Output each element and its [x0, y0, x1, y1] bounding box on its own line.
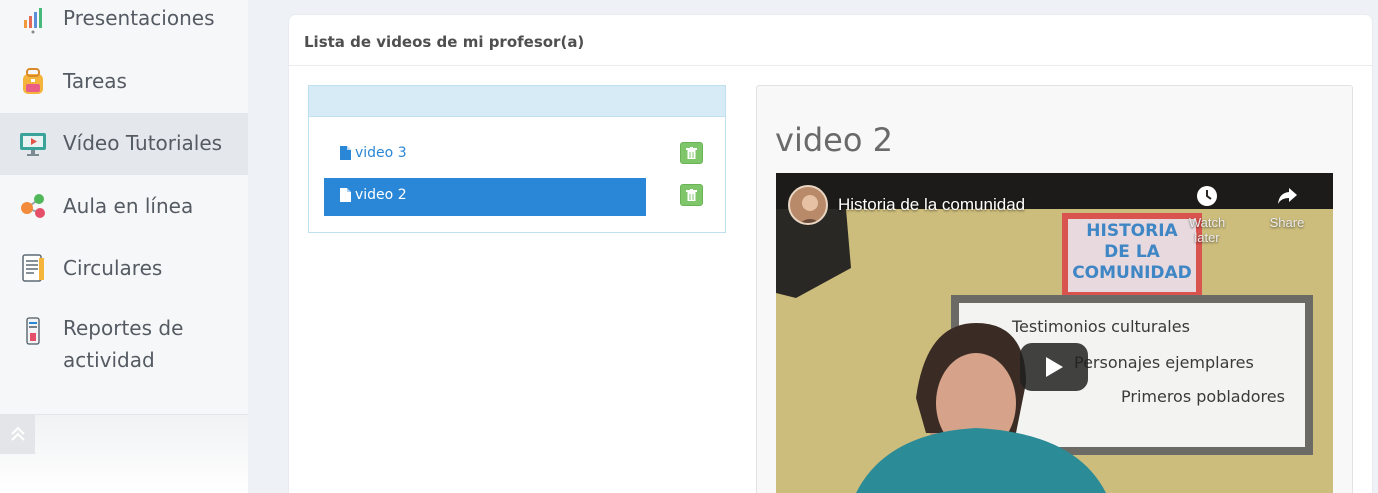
video-title: video 2 [775, 121, 893, 159]
video-list-header [309, 86, 725, 117]
sidebar-item-reportes-de-actividad[interactable]: Reportes de actividad [0, 312, 248, 378]
board-line: Primeros pobladores [1121, 387, 1285, 406]
video-label: video 2 [355, 187, 407, 203]
sidebar-footer [0, 414, 248, 493]
video-monitor-icon [20, 133, 46, 156]
watch-later-label: Watch later [1188, 215, 1226, 245]
share-icon [1278, 188, 1297, 204]
poster-line: DE LA [1104, 242, 1160, 262]
checklist-icon [26, 317, 40, 345]
sidebar-item-label: Reportes de [63, 316, 184, 340]
clock-icon [1197, 186, 1217, 206]
chart-presentation-icon [24, 8, 42, 34]
list-item[interactable]: video 3 [324, 136, 646, 174]
sidebar-item-label: Vídeo Tutoriales [63, 131, 223, 155]
list-item-selected[interactable]: video 2 [324, 178, 646, 216]
video-player[interactable]: HISTORIA DE LA COMUNIDAD Testimonios cul… [776, 173, 1333, 493]
sidebar-item-label: Aula en línea [63, 194, 194, 218]
poster-line: HISTORIA [1086, 221, 1178, 241]
document-icon [22, 254, 44, 282]
trash-icon [686, 189, 697, 201]
backpack-icon [23, 68, 43, 94]
delete-button[interactable] [680, 142, 703, 164]
sidebar-item-label: Tareas [63, 69, 127, 93]
play-icon [1046, 357, 1063, 377]
youtube-video-title[interactable]: Historia de la comunidad [838, 195, 1025, 215]
sidebar-item-label: Presentaciones [63, 6, 215, 30]
watch-later-button[interactable]: Watch later [1179, 185, 1235, 245]
video-label: video 3 [355, 145, 407, 161]
sidebar-item-circulares[interactable]: Circulares [0, 250, 248, 286]
play-button[interactable] [1020, 343, 1088, 391]
sidebar-item-label: Circulares [63, 256, 163, 280]
file-icon [340, 188, 351, 202]
sidebar: Presentaciones Tareas Vídeo Tutoriales A… [0, 0, 248, 493]
people-network-icon [21, 194, 45, 218]
trash-icon [686, 147, 697, 159]
delete-button[interactable] [680, 184, 703, 206]
poster-line: COMUNIDAD [1072, 263, 1192, 283]
sidebar-item-aula-en-linea[interactable]: Aula en línea [0, 188, 248, 224]
channel-avatar[interactable] [788, 185, 828, 225]
video-list-panel: video 3 video 2 [308, 85, 726, 233]
sidebar-item-video-tutoriales[interactable]: Vídeo Tutoriales [0, 113, 248, 175]
board-line: Testimonios culturales [1012, 317, 1190, 336]
card-header: Lista de videos de mi profesor(a) [289, 15, 1372, 66]
page-title: Lista de videos de mi profesor(a) [304, 33, 585, 51]
sidebar-item-label-line2: actividad [63, 348, 155, 372]
double-chevron-up-icon [10, 426, 25, 441]
share-button[interactable]: Share [1259, 185, 1315, 230]
poster: HISTORIA DE LA COMUNIDAD [1068, 221, 1196, 284]
file-icon [340, 146, 351, 160]
share-label: Share [1269, 215, 1305, 230]
board-line: Personajes ejemplares [1074, 353, 1254, 372]
sidebar-item-presentaciones[interactable]: Presentaciones [0, 0, 248, 38]
video-link[interactable]: video 3 [339, 145, 407, 161]
video-link[interactable]: video 2 [339, 187, 407, 203]
sidebar-item-tareas[interactable]: Tareas [0, 63, 248, 99]
scroll-top-button[interactable] [0, 414, 35, 454]
